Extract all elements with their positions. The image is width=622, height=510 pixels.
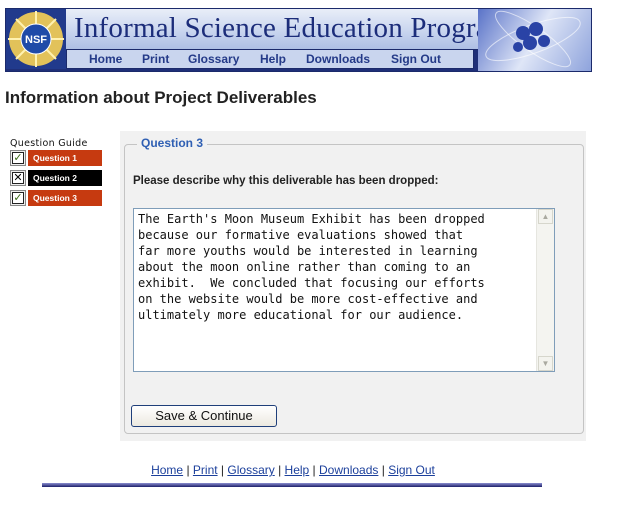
- nav-print-link[interactable]: Print: [142, 52, 169, 66]
- nsf-logo: NSF: [6, 9, 66, 69]
- nav-glossary-link[interactable]: Glossary: [188, 52, 239, 66]
- guide-item-question-3[interactable]: ✓ Question 3: [10, 190, 102, 206]
- site-banner: NSF Informal Science Education Program H…: [5, 8, 592, 72]
- answer-text[interactable]: The Earth's Moon Museum Exhibit has been…: [138, 211, 533, 323]
- molecule-graphic: [478, 9, 591, 71]
- nav-downloads-link[interactable]: Downloads: [306, 52, 370, 66]
- top-nav: Home Print Glossary Help Downloads Sign …: [66, 49, 474, 69]
- footer-separator: |: [183, 463, 193, 477]
- footer-glossary-link[interactable]: Glossary: [227, 463, 274, 477]
- footer-separator: |: [274, 463, 285, 477]
- question-fieldset: Question 3 Please describe why this deli…: [124, 136, 584, 434]
- scroll-down-icon[interactable]: ▼: [538, 356, 553, 371]
- footer-nav: Home | Print | Glossary | Help | Downloa…: [0, 463, 586, 477]
- question-panel: Question 3 Please describe why this deli…: [120, 131, 586, 441]
- checkmark-icon: ✓: [10, 190, 26, 206]
- footer-separator: |: [309, 463, 320, 477]
- footer-separator: |: [378, 463, 389, 477]
- footer-divider: [42, 483, 542, 487]
- guide-item-question-1[interactable]: ✓ Question 1: [10, 150, 102, 166]
- footer-print-link[interactable]: Print: [193, 463, 218, 477]
- footer-sign-out-link[interactable]: Sign Out: [388, 463, 435, 477]
- question-guide-label: Question Guide: [10, 138, 88, 149]
- answer-textarea[interactable]: The Earth's Moon Museum Exhibit has been…: [133, 208, 555, 372]
- footer-help-link[interactable]: Help: [285, 463, 310, 477]
- footer-downloads-link[interactable]: Downloads: [319, 463, 378, 477]
- guide-item-label[interactable]: Question 1: [28, 150, 102, 166]
- save-continue-button[interactable]: Save & Continue: [131, 405, 277, 427]
- svg-text:NSF: NSF: [25, 34, 47, 46]
- question-prompt: Please describe why this deliverable has…: [133, 175, 439, 187]
- guide-item-label[interactable]: Question 2: [28, 170, 102, 186]
- textarea-scrollbar[interactable]: ▲ ▼: [536, 209, 554, 371]
- guide-item-label[interactable]: Question 3: [28, 190, 102, 206]
- nav-sign-out-link[interactable]: Sign Out: [391, 52, 441, 66]
- question-guide: Question Guide ✓ Question 1 ✕ Question 2…: [10, 138, 102, 210]
- question-legend: Question 3: [137, 136, 208, 150]
- nav-home-link[interactable]: Home: [89, 52, 122, 66]
- page-title: Information about Project Deliverables: [5, 88, 317, 107]
- footer-home-link[interactable]: Home: [151, 463, 183, 477]
- site-title: Informal Science Education Program: [74, 12, 512, 44]
- guide-item-question-2[interactable]: ✕ Question 2: [10, 170, 102, 186]
- cross-icon: ✕: [10, 170, 26, 186]
- scroll-up-icon[interactable]: ▲: [538, 209, 553, 224]
- checkmark-icon: ✓: [10, 150, 26, 166]
- nav-help-link[interactable]: Help: [260, 52, 286, 66]
- footer-separator: |: [217, 463, 228, 477]
